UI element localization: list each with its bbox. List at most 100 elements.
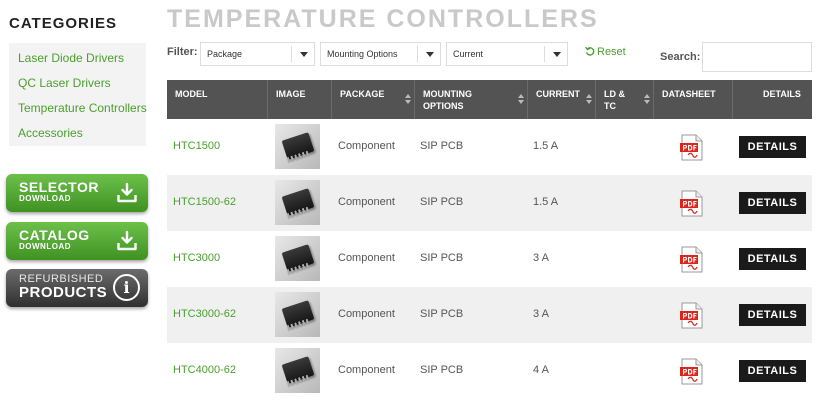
chevron-down-icon — [553, 52, 561, 57]
info-icon: i — [113, 274, 140, 301]
column-header-image: IMAGE — [267, 80, 331, 119]
package-cell: Component — [338, 287, 418, 343]
table-row: HTC1500 Component SIP PCB 1.5 A DETAILS — [167, 119, 812, 175]
reset-label: Reset — [597, 46, 626, 58]
mounting-cell: SIP PCB — [420, 343, 520, 399]
reset-filters-link[interactable]: Reset — [585, 46, 626, 58]
chevron-down-icon — [426, 52, 434, 57]
model-link[interactable]: HTC3000-62 — [173, 308, 236, 320]
mounting-value: SIP PCB — [420, 140, 464, 152]
product-image[interactable] — [275, 292, 320, 337]
sort-icon — [518, 94, 524, 105]
details-button[interactable]: DETAILS — [739, 304, 806, 326]
pdf-icon — [680, 302, 703, 329]
details-button[interactable]: DETAILS — [739, 360, 806, 382]
current-filter-value: Current — [453, 49, 484, 59]
column-header-details-label: DETAILS — [763, 89, 801, 99]
package-cell: Component — [338, 343, 418, 399]
catalog-download-button[interactable]: CATALOG DOWNLOAD — [6, 222, 148, 260]
mounting-cell: SIP PCB — [420, 175, 520, 231]
details-button[interactable]: DETAILS — [739, 192, 806, 214]
search-label: Search: — [660, 51, 701, 63]
download-icon — [117, 230, 137, 251]
product-image[interactable] — [275, 236, 320, 281]
model-link[interactable]: HTC1500-62 — [173, 196, 236, 208]
category-laser-diode-drivers[interactable]: Laser Diode Drivers — [9, 49, 146, 74]
model-link[interactable]: HTC3000 — [173, 252, 220, 264]
column-header-package[interactable]: PACKAGE — [331, 80, 414, 119]
mounting-cell: SIP PCB — [420, 287, 520, 343]
mounting-cell: SIP PCB — [420, 119, 520, 175]
column-header-image-label: IMAGE — [276, 89, 306, 99]
model-link[interactable]: HTC4000-62 — [173, 364, 236, 376]
package-value: Component — [338, 308, 395, 320]
package-cell: Component — [338, 175, 418, 231]
package-value: Component — [338, 196, 395, 208]
current-cell: 4 A — [533, 343, 593, 399]
product-image[interactable] — [275, 124, 320, 169]
sort-icon — [586, 94, 592, 105]
download-icon — [117, 182, 137, 203]
details-button[interactable]: DETAILS — [739, 248, 806, 270]
current-cell: 3 A — [533, 287, 593, 343]
package-filter-select[interactable]: Package — [200, 42, 315, 66]
refurbished-button-sublabel: PRODUCTS — [19, 284, 108, 301]
datasheet-pdf-link[interactable] — [680, 246, 704, 273]
select-divider — [417, 46, 418, 62]
selector-button-label: SELECTOR — [19, 179, 99, 195]
search-input[interactable] — [702, 42, 812, 72]
selector-download-button[interactable]: SELECTOR DOWNLOAD — [6, 174, 148, 212]
column-header-model[interactable]: MODEL — [167, 80, 267, 119]
package-cell: Component — [338, 231, 418, 287]
product-image[interactable] — [275, 180, 320, 225]
current-value: 1.5 A — [533, 196, 559, 208]
model-cell: HTC1500-62 — [173, 175, 268, 231]
reset-icon — [585, 46, 595, 56]
datasheet-pdf-link[interactable] — [680, 358, 704, 385]
current-cell: 1.5 A — [533, 175, 593, 231]
product-image[interactable] — [275, 348, 320, 393]
column-header-mounting[interactable]: MOUNTING OPTIONS — [414, 80, 527, 119]
mounting-value: SIP PCB — [420, 364, 464, 376]
column-header-current[interactable]: CURRENT — [527, 80, 595, 119]
package-value: Component — [338, 140, 395, 152]
package-cell: Component — [338, 119, 418, 175]
current-filter-select[interactable]: Current — [446, 42, 568, 66]
column-header-mounting-label: MOUNTING OPTIONS — [423, 89, 472, 111]
category-temperature-controllers[interactable]: Temperature Controllers — [9, 99, 147, 124]
mounting-value: SIP PCB — [420, 252, 464, 264]
table-row: HTC3000 Component SIP PCB 3 A DETAILS — [167, 231, 812, 287]
sort-icon — [405, 94, 411, 105]
details-button[interactable]: DETAILS — [739, 136, 806, 158]
mounting-options-filter-select[interactable]: Mounting Options — [320, 42, 441, 66]
refurbished-products-button[interactable]: REFURBISHED PRODUCTS i — [6, 269, 148, 307]
model-cell: HTC3000 — [173, 231, 268, 287]
pdf-icon — [680, 358, 703, 385]
chevron-down-icon — [300, 52, 308, 57]
current-cell: 3 A — [533, 231, 593, 287]
sort-icon — [644, 94, 650, 105]
category-list: Laser Diode Drivers QC Laser Drivers Tem… — [9, 43, 147, 149]
table-row: HTC1500-62 Component SIP PCB 1.5 A DETAI… — [167, 175, 812, 231]
package-value: Component — [338, 364, 395, 376]
mounting-value: SIP PCB — [420, 196, 464, 208]
datasheet-pdf-link[interactable] — [680, 134, 704, 161]
table-row: HTC4000-62 Component SIP PCB 4 A DETAILS — [167, 343, 812, 399]
page-title: TEMPERATURE CONTROLLERS — [167, 5, 599, 33]
category-accessories[interactable]: Accessories — [9, 124, 146, 149]
model-cell: HTC1500 — [173, 119, 268, 175]
model-cell: HTC3000-62 — [173, 287, 268, 343]
datasheet-pdf-link[interactable] — [680, 190, 704, 217]
model-link[interactable]: HTC1500 — [173, 140, 220, 152]
current-value: 4 A — [533, 364, 549, 376]
filter-label: Filter: — [167, 46, 198, 58]
column-header-package-label: PACKAGE — [340, 89, 385, 99]
column-header-datasheet: DATASHEET — [653, 80, 732, 119]
category-qc-laser-drivers[interactable]: QC Laser Drivers — [9, 74, 146, 99]
package-filter-value: Package — [207, 49, 243, 59]
catalog-button-sublabel: DOWNLOAD — [19, 242, 71, 251]
mounting-options-filter-value: Mounting Options — [327, 49, 398, 59]
column-header-details: DETAILS — [732, 80, 812, 119]
column-header-ld-tc[interactable]: LD & TC — [595, 80, 653, 119]
datasheet-pdf-link[interactable] — [680, 302, 704, 329]
